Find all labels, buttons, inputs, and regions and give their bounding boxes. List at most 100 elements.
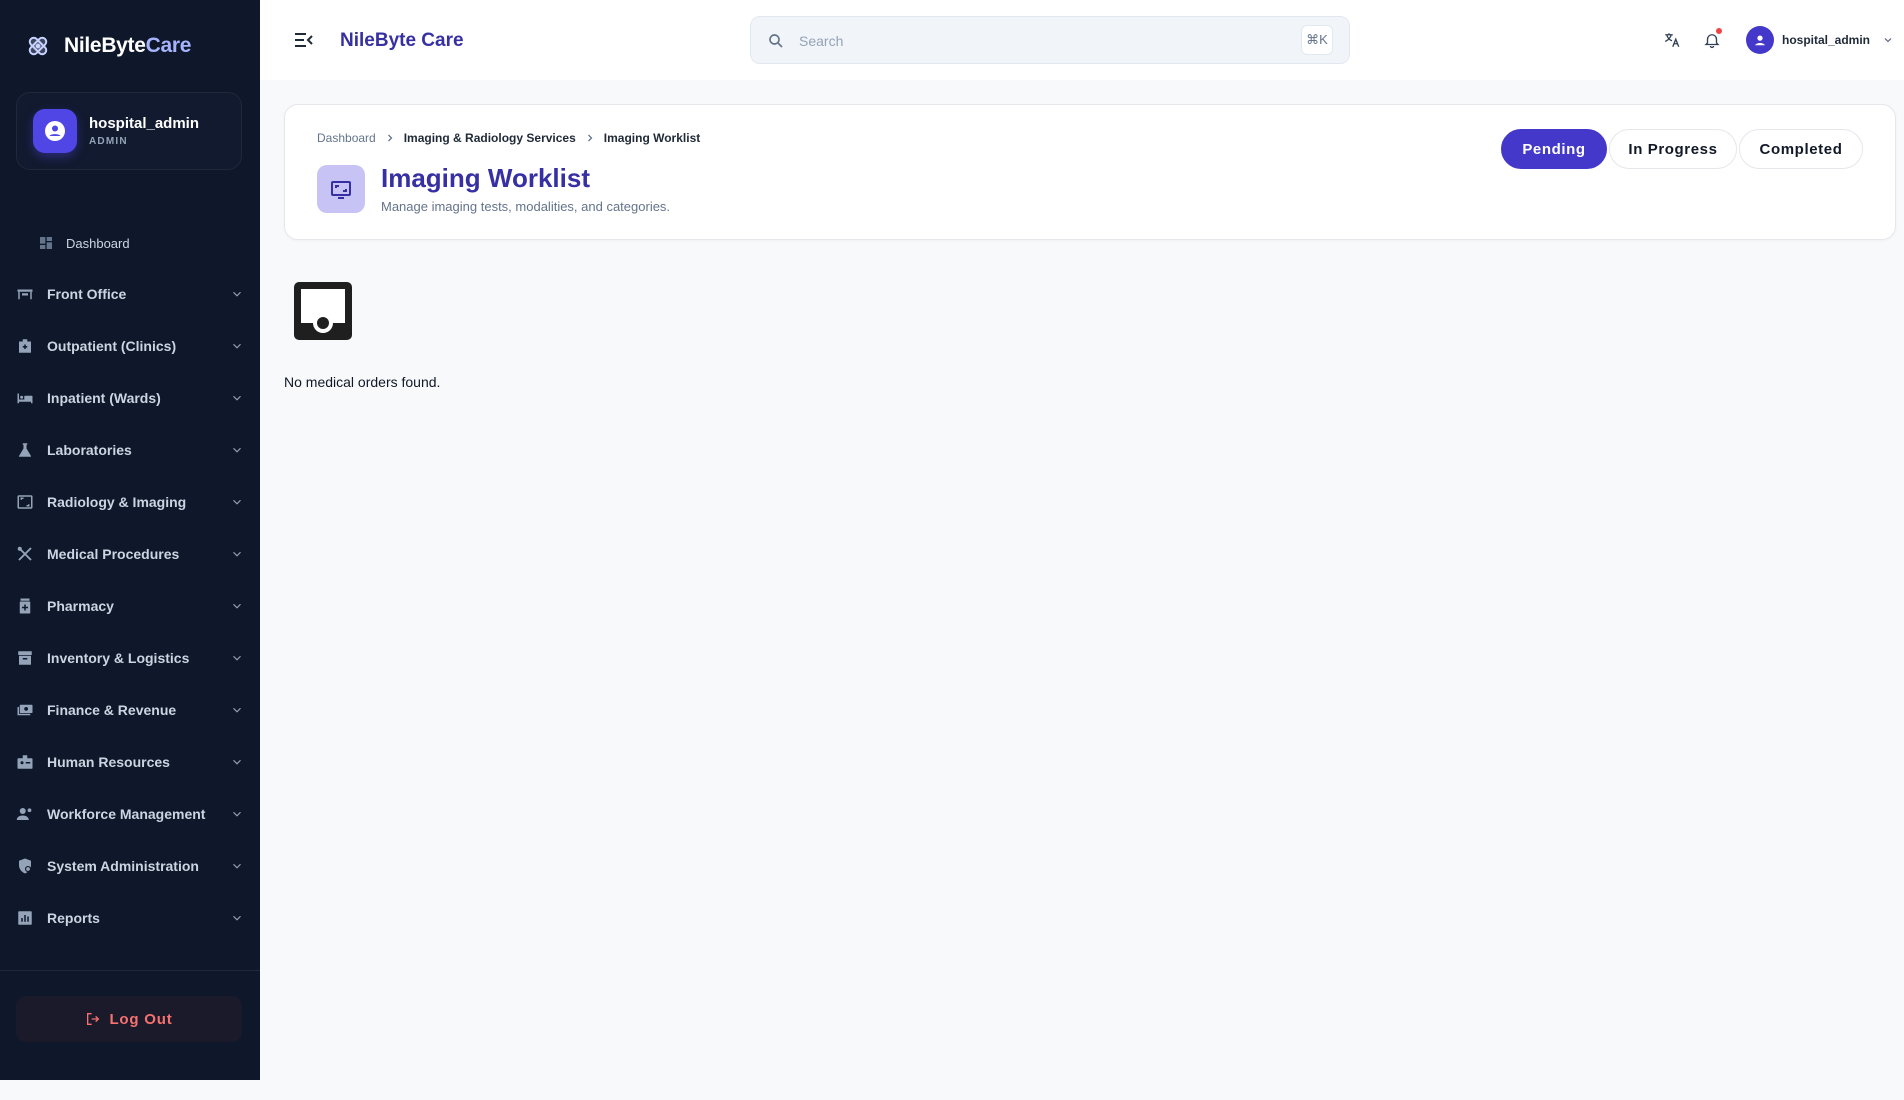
badge-icon xyxy=(16,753,34,771)
page-header-card: Dashboard Imaging & Radiology Services I… xyxy=(284,104,1896,240)
chevron-down-icon xyxy=(233,343,241,349)
sidebar-item-label: Outpatient (Clinics) xyxy=(47,338,177,354)
chevron-down-icon xyxy=(233,759,241,765)
tools-icon xyxy=(16,545,34,563)
page-title: Imaging Worklist xyxy=(381,163,590,193)
chevron-down-icon xyxy=(233,707,241,713)
user-name: hospital_admin xyxy=(89,115,200,132)
tab-in-progress[interactable]: In Progress xyxy=(1609,129,1737,169)
brand[interactable]: NileByteCare xyxy=(0,0,260,92)
scan-icon xyxy=(16,493,34,511)
user-role: ADMIN xyxy=(89,136,128,147)
profile-name: hospital_admin xyxy=(1781,33,1870,47)
notification-dot xyxy=(1715,28,1722,34)
search-input[interactable] xyxy=(799,27,1279,55)
sidebar-item-label: Inventory & Logistics xyxy=(47,650,190,666)
sidebar-item-human-resources[interactable]: Human Resources xyxy=(0,736,260,788)
sidebar-item-inpatient[interactable]: Inpatient (Wards) xyxy=(0,372,260,424)
page-icon xyxy=(317,165,365,213)
flask-icon xyxy=(16,441,34,459)
user-card: hospital_admin ADMIN xyxy=(16,92,242,170)
medical-bag-icon xyxy=(16,337,34,355)
chevron-down-icon xyxy=(1884,38,1892,43)
sidebar-item-label: Medical Procedures xyxy=(47,546,180,562)
logout-label: Log Out xyxy=(109,1010,173,1028)
logout-icon xyxy=(87,1013,100,1025)
sidebar-item-label: Radiology & Imaging xyxy=(47,494,187,510)
search-icon xyxy=(769,34,783,48)
sidebar-item-system-administration[interactable]: System Administration xyxy=(0,840,260,892)
sidebar-item-label: Front Office xyxy=(47,286,127,302)
chevron-down-icon xyxy=(233,811,241,817)
tab-pending[interactable]: Pending xyxy=(1501,129,1607,169)
logout-button[interactable]: Log Out xyxy=(16,996,242,1042)
sidebar-item-finance[interactable]: Finance & Revenue xyxy=(0,684,260,736)
shield-gear-icon xyxy=(16,857,34,875)
status-tabs: Pending In Progress Completed xyxy=(1499,129,1863,169)
chevron-down-icon xyxy=(233,291,241,297)
sidebar-item-label: Dashboard xyxy=(66,235,130,251)
chevron-down-icon xyxy=(233,499,241,505)
translate-icon xyxy=(1664,33,1680,48)
chevron-right-icon xyxy=(584,132,596,144)
sidebar-item-outpatient[interactable]: Outpatient (Clinics) xyxy=(0,320,260,372)
shortcut-hint: ⌘K xyxy=(1301,25,1333,55)
search-box[interactable]: ⌘K xyxy=(750,16,1350,64)
page-subtitle: Manage imaging tests, modalities, and ca… xyxy=(381,199,671,214)
breadcrumb-current: Imaging Worklist xyxy=(603,131,701,145)
chevron-down-icon xyxy=(233,915,241,921)
sidebar-item-dashboard[interactable]: Dashboard xyxy=(0,218,260,268)
sidebar-item-medical-procedures[interactable]: Medical Procedures xyxy=(0,528,260,580)
brand-name: NileByteCare xyxy=(64,34,192,57)
account-circle-icon xyxy=(45,121,65,141)
sidebar-item-workforce[interactable]: Workforce Management xyxy=(0,788,260,840)
chevron-down-icon xyxy=(233,447,241,453)
breadcrumb-item[interactable]: Dashboard xyxy=(317,131,376,145)
money-icon xyxy=(16,701,34,719)
sidebar-item-inventory[interactable]: Inventory & Logistics xyxy=(0,632,260,684)
tab-completed[interactable]: Completed xyxy=(1739,129,1863,169)
sidebar-item-front-office[interactable]: Front Office xyxy=(0,268,260,320)
inbox-icon xyxy=(294,282,352,340)
sidebar-item-label: Reports xyxy=(47,910,100,926)
topbar: NileByte Care ⌘K hospital_admin xyxy=(260,0,1904,80)
archive-icon xyxy=(16,649,34,667)
bed-icon xyxy=(16,389,34,407)
sidebar-item-label: Laboratories xyxy=(47,442,132,458)
sidebar-item-label: Human Resources xyxy=(47,754,170,770)
profile-menu-button[interactable]: hospital_admin xyxy=(1745,20,1894,60)
sidebar-item-pharmacy[interactable]: Pharmacy xyxy=(0,580,260,632)
sidebar-item-label: Finance & Revenue xyxy=(47,702,177,718)
app-title: NileByte Care xyxy=(340,30,464,51)
sidebar-item-laboratories[interactable]: Laboratories xyxy=(0,424,260,476)
sidebar-nav: Dashboard Front Office Outpatient (Clini… xyxy=(0,218,260,944)
sidebar-item-label: Workforce Management xyxy=(47,806,206,822)
sidebar-item-radiology[interactable]: Radiology & Imaging xyxy=(0,476,260,528)
account-circle-icon xyxy=(1755,35,1765,46)
avatar xyxy=(33,109,77,153)
sidebar: NileByteCare hospital_admin ADMIN Dashbo… xyxy=(0,0,260,1080)
sidebar-item-reports[interactable]: Reports xyxy=(0,892,260,944)
chart-icon xyxy=(16,909,34,927)
pill-bottle-icon xyxy=(16,597,34,615)
breadcrumb-item[interactable]: Imaging & Radiology Services xyxy=(404,131,576,145)
avatar xyxy=(1745,26,1774,54)
reception-icon xyxy=(16,285,34,303)
bandage-logo-icon xyxy=(28,36,48,56)
chevron-down-icon xyxy=(233,603,241,609)
people-icon xyxy=(16,805,34,823)
sidebar-item-label: Inpatient (Wards) xyxy=(47,390,161,406)
monitor-scan-icon xyxy=(331,181,351,199)
notifications-button[interactable] xyxy=(1692,20,1732,60)
empty-state-message: No medical orders found. xyxy=(284,374,441,390)
sidebar-divider xyxy=(0,970,260,971)
chevron-down-icon xyxy=(233,395,241,401)
menu-collapse-icon[interactable] xyxy=(294,31,314,49)
sidebar-item-label: Pharmacy xyxy=(47,598,114,614)
dashboard-icon xyxy=(40,237,52,249)
chevron-right-icon xyxy=(384,132,396,144)
chevron-down-icon xyxy=(233,655,241,661)
sidebar-item-label: System Administration xyxy=(47,858,199,874)
language-button[interactable] xyxy=(1652,20,1692,60)
chevron-down-icon xyxy=(233,551,241,557)
